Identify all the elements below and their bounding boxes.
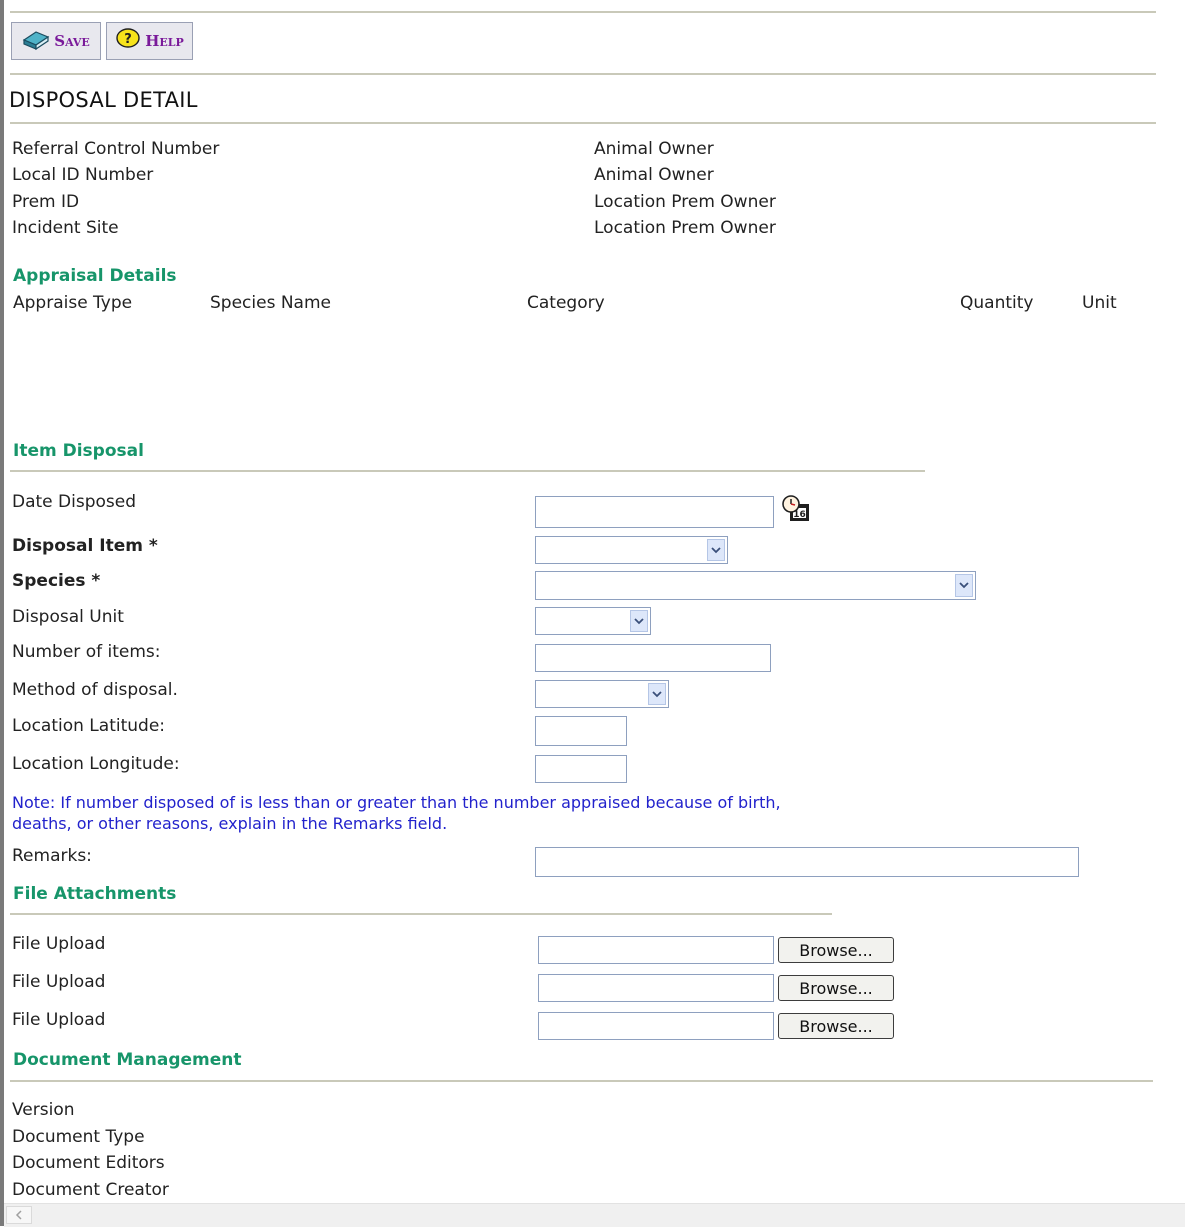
top-divider (10, 11, 1156, 13)
column-appraise-type: Appraise Type (13, 293, 133, 313)
browse-button-2[interactable]: Browse... (778, 975, 894, 1001)
calendar-clock-icon[interactable]: 16 (781, 494, 811, 528)
location-longitude-label: Location Longitude: (12, 754, 180, 774)
file-upload-label-3: File Upload (12, 1010, 106, 1030)
column-unit: Unit (1082, 293, 1117, 313)
chevron-down-icon (648, 683, 666, 705)
document-management-divider (10, 1080, 1153, 1082)
scroll-left-arrow-icon[interactable] (6, 1206, 32, 1224)
file-upload-input-2[interactable] (538, 974, 774, 1002)
save-label: Save (54, 32, 90, 50)
file-attachments-divider (10, 913, 832, 915)
disposal-unit-select[interactable] (535, 607, 651, 635)
local-id-number-label: Local ID Number (12, 165, 154, 185)
browse-button-3[interactable]: Browse... (778, 1013, 894, 1039)
date-disposed-label: Date Disposed (12, 492, 137, 512)
disposal-note-line1: Note: If number disposed of is less than… (12, 793, 781, 812)
referral-control-number-label: Referral Control Number (12, 139, 220, 159)
document-editors-label: Document Editors (12, 1153, 165, 1173)
method-of-disposal-label: Method of disposal. (12, 680, 178, 700)
column-category: Category (527, 293, 605, 313)
browse-button[interactable]: Browse... (778, 937, 894, 963)
help-button[interactable]: ? Help (106, 22, 193, 60)
item-disposal-heading: Item Disposal (13, 441, 144, 461)
number-of-items-input[interactable] (535, 644, 771, 672)
file-upload-input[interactable] (538, 936, 774, 964)
prem-id-label: Prem ID (12, 192, 80, 212)
document-management-heading: Document Management (13, 1050, 242, 1070)
disposal-note-line2: deaths, or other reasons, explain in the… (12, 814, 448, 833)
chevron-down-icon (630, 610, 648, 632)
animal-owner-label: Animal Owner (594, 139, 714, 159)
disposal-unit-label: Disposal Unit (12, 607, 124, 627)
toolbar-divider (10, 73, 1156, 75)
animal-owner-label-2: Animal Owner (594, 165, 714, 185)
item-disposal-divider (10, 470, 925, 472)
horizontal-scrollbar[interactable] (4, 1203, 1185, 1227)
save-button[interactable]: Save (11, 22, 101, 60)
disposal-item-label: Disposal Item * (12, 536, 158, 556)
location-latitude-label: Location Latitude: (12, 716, 165, 736)
svg-text:?: ? (124, 32, 132, 47)
file-upload-label: File Upload (12, 934, 106, 954)
species-label: Species * (12, 571, 101, 591)
title-divider (10, 122, 1156, 124)
version-label: Version (12, 1100, 75, 1120)
date-disposed-input[interactable] (535, 496, 774, 528)
question-icon: ? (115, 26, 141, 56)
location-latitude-input[interactable] (535, 716, 627, 746)
chevron-down-icon (707, 539, 725, 561)
appraisal-details-heading: Appraisal Details (13, 266, 177, 286)
remarks-label: Remarks: (12, 846, 92, 866)
method-of-disposal-select[interactable] (535, 680, 669, 708)
document-type-label: Document Type (12, 1127, 145, 1147)
disposal-item-select[interactable] (535, 536, 728, 564)
column-quantity: Quantity (960, 293, 1034, 313)
help-label: Help (145, 32, 184, 50)
location-prem-owner-label: Location Prem Owner (594, 192, 776, 212)
number-of-items-label: Number of items: (12, 642, 161, 662)
page-title: DISPOSAL DETAIL (9, 88, 198, 112)
location-longitude-input[interactable] (535, 755, 627, 783)
species-select[interactable] (535, 571, 976, 600)
left-border (0, 0, 4, 1226)
document-creator-label: Document Creator (12, 1180, 169, 1200)
file-upload-label-2: File Upload (12, 972, 106, 992)
file-upload-input-3[interactable] (538, 1012, 774, 1040)
remarks-input[interactable] (535, 847, 1079, 877)
incident-site-label: Incident Site (12, 218, 119, 238)
column-species-name: Species Name (210, 293, 331, 313)
file-attachments-heading: File Attachments (13, 884, 177, 904)
book-icon (22, 26, 50, 56)
location-prem-owner-label-2: Location Prem Owner (594, 218, 776, 238)
chevron-down-icon (955, 574, 973, 597)
